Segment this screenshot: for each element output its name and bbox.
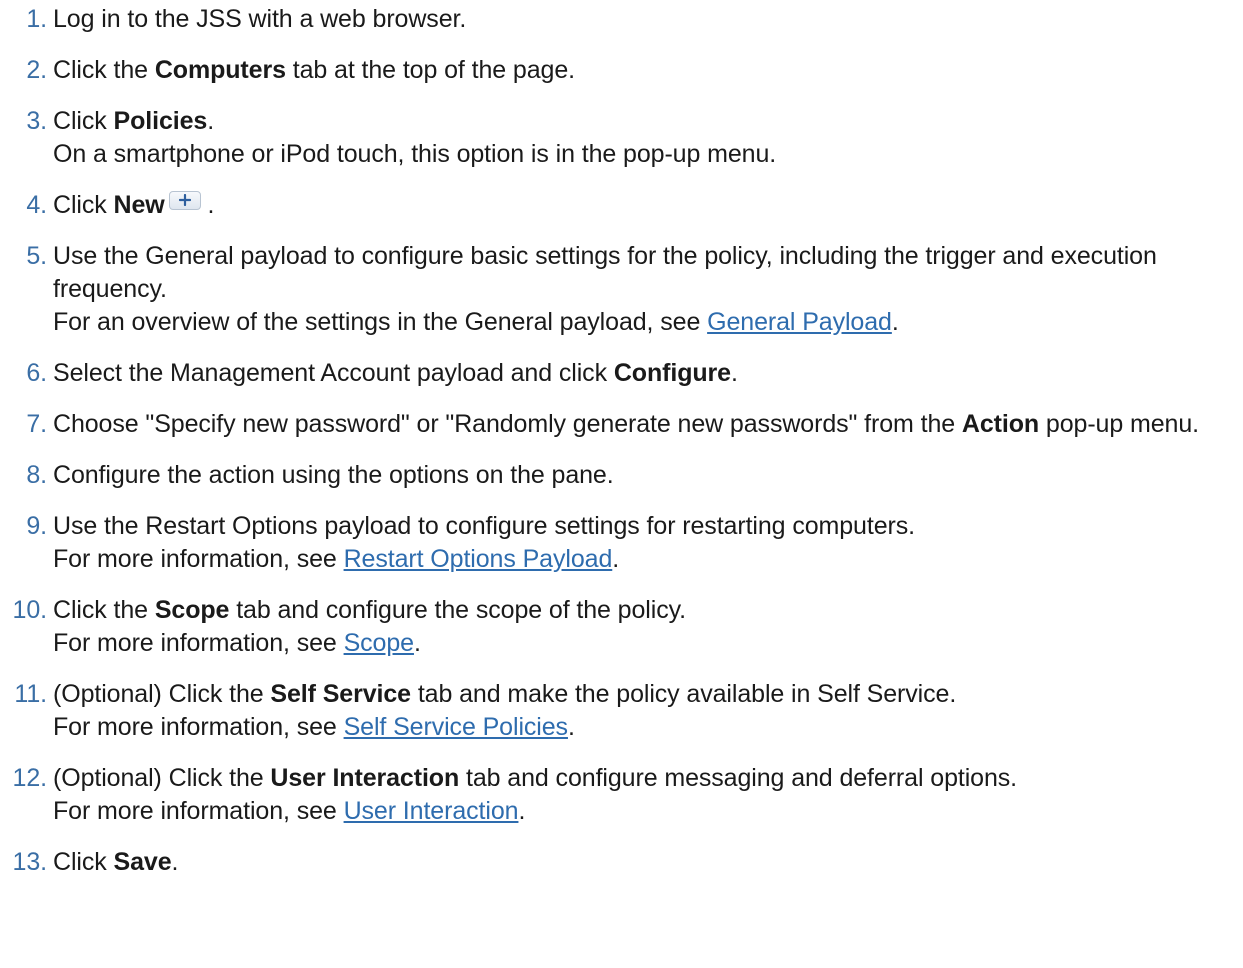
step-text: Use the Restart Options payload to confi… (53, 512, 915, 540)
step-text: . (171, 848, 179, 876)
step-text: Click (53, 107, 114, 135)
step-note: For more information, see (53, 713, 344, 741)
step-text: tab and make the policy available in Sel… (410, 680, 957, 708)
step-1: 1 Log in to the JSS with a web browser. (0, 3, 1243, 36)
step-text: Configure the action using the options o… (53, 461, 614, 489)
link-self-service-policies[interactable]: Self Service Policies (344, 713, 568, 741)
step-text: . (612, 545, 620, 573)
ui-term: Policies (113, 107, 208, 135)
step-text: Click the (53, 596, 155, 624)
step-text: Choose "Specify new password" or "Random… (53, 410, 962, 438)
step-note: For an overview of the settings in the G… (53, 308, 708, 336)
step-2: 2 Click the Computers tab at the top of … (0, 54, 1243, 87)
step-3: 3 Click Policies. On a smartphone or iPo… (0, 105, 1243, 171)
step-text: Select the Management Account payload an… (53, 359, 614, 387)
step-text: tab and configure the scope of the polic… (229, 596, 686, 624)
step-text: tab and configure messaging and deferral… (459, 764, 1018, 792)
step-13: 13 Click Save. (0, 846, 1243, 879)
ui-term: Action (961, 410, 1040, 438)
step-number: 6 (0, 357, 47, 390)
step-text: Log in to the JSS with a web browser. (53, 5, 467, 33)
step-number: 1 (0, 3, 47, 36)
step-text: Click the (53, 56, 155, 84)
ui-term: User Interaction (270, 764, 460, 792)
step-text: Click (53, 191, 114, 219)
step-6: 6 Select the Management Account payload … (0, 357, 1243, 390)
ui-term: Scope (154, 596, 230, 624)
step-number: 12 (0, 762, 47, 795)
link-user-interaction[interactable]: User Interaction (344, 797, 519, 825)
step-text: . (518, 797, 526, 825)
ui-term: Self Service (270, 680, 411, 708)
step-note: For more information, see (53, 629, 344, 657)
step-8: 8 Configure the action using the options… (0, 459, 1243, 492)
step-text: (Optional) Click the (53, 764, 271, 792)
step-11: 11 (Optional) Click the Self Service tab… (0, 678, 1243, 744)
ui-term: Save (113, 848, 172, 876)
step-number: 3 (0, 105, 47, 138)
step-text: (Optional) Click the (53, 680, 271, 708)
step-number: 9 (0, 510, 47, 543)
step-text: . (891, 308, 899, 336)
step-number: 5 (0, 240, 47, 273)
link-restart-options-payload[interactable]: Restart Options Payload (344, 545, 613, 573)
step-number: 7 (0, 408, 47, 441)
step-5: 5 Use the General payload to configure b… (0, 240, 1243, 339)
step-number: 8 (0, 459, 47, 492)
step-text: . (207, 107, 215, 135)
plus-button-icon (168, 191, 201, 210)
step-4: 4 Click New . (0, 189, 1243, 222)
step-9: 9 Use the Restart Options payload to con… (0, 510, 1243, 576)
step-12: 12 (Optional) Click the User Interaction… (0, 762, 1243, 828)
ui-term: Computers (154, 56, 286, 84)
step-text: Click (53, 848, 114, 876)
step-text: . (413, 629, 421, 657)
step-text: pop-up menu. (1039, 410, 1199, 438)
step-text: tab at the top of the page. (285, 56, 575, 84)
procedure-steps: 1 Log in to the JSS with a web browser. … (0, 3, 1243, 897)
ui-term: Configure (613, 359, 731, 387)
link-scope[interactable]: Scope (344, 629, 414, 657)
step-number: 4 (0, 189, 47, 222)
step-10: 10 Click the Scope tab and configure the… (0, 594, 1243, 660)
step-note: For more information, see (53, 545, 344, 573)
step-7: 7 Choose "Specify new password" or "Rand… (0, 408, 1243, 441)
ui-term: New (113, 191, 165, 219)
step-number: 10 (0, 594, 47, 627)
step-number: 2 (0, 54, 47, 87)
step-note: For more information, see (53, 797, 344, 825)
step-number: 13 (0, 846, 47, 879)
step-text: . (567, 713, 575, 741)
step-number: 11 (0, 678, 47, 711)
link-general-payload[interactable]: General Payload (707, 308, 892, 336)
step-text: Use the General payload to configure bas… (53, 242, 1157, 303)
step-note: On a smartphone or iPod touch, this opti… (53, 140, 777, 168)
step-text: . (730, 359, 738, 387)
step-text: . (200, 191, 215, 219)
